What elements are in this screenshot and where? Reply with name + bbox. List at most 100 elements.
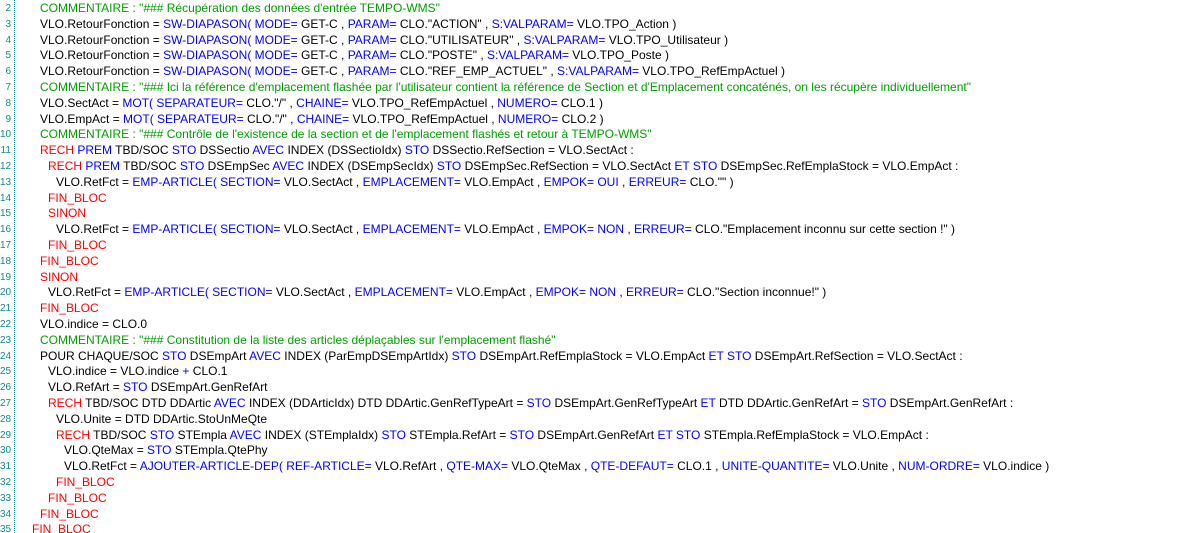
code-line[interactable]: FIN_BLOC (15, 491, 1180, 507)
code-token: SINON (40, 270, 78, 284)
code-token: STO (727, 349, 751, 363)
code-token: CHAINE= (297, 112, 349, 126)
code-line[interactable]: RECH TBD/SOC STO STEmpla AVEC INDEX (STE… (15, 428, 1180, 444)
code-line[interactable]: FIN_BLOC (15, 238, 1180, 254)
code-line[interactable]: FIN_BLOC (15, 191, 1180, 207)
code-line[interactable]: FIN_BLOC (15, 475, 1180, 491)
code-token: STO (123, 380, 147, 394)
line-number: 2 (0, 1, 14, 17)
code-token: REF-ARTICLE= (286, 459, 371, 473)
code-token: VLO.EmpAct , (461, 175, 544, 189)
code-line[interactable]: VLO.RetourFonction = SW-DIAPASON( MODE= … (15, 64, 1180, 80)
code-line[interactable]: FIN_BLOC (15, 254, 1180, 270)
code-token: COMMENTAIRE : "### Contrôle de l'existen… (40, 127, 652, 141)
code-token: EMPLACEMENT= (355, 285, 453, 299)
code-line[interactable]: SINON (15, 270, 1180, 286)
code-token: PREM (77, 143, 112, 157)
code-token: RECH (40, 143, 74, 157)
line-number: 20 (0, 285, 14, 301)
code-line[interactable]: RECH PREM TBD/SOC STO DSSectio AVEC INDE… (15, 143, 1180, 159)
code-token: DSEmpArt.GenRefArt (534, 428, 657, 442)
code-token: FIN_BLOC (32, 522, 91, 533)
line-number: 25 (0, 364, 14, 380)
code-token: VLO.RetFct = (48, 285, 124, 299)
code-token: ET (701, 396, 716, 410)
code-token: SECTION= (220, 222, 280, 236)
code-token: VLO.SectAct = (40, 96, 122, 110)
code-token: STO (381, 428, 405, 442)
line-number: 35 (0, 522, 14, 533)
code-line[interactable]: VLO.EmpAct = MOT( SEPARATEUR= CLO."/" , … (15, 112, 1180, 128)
code-token: VLO.RetourFonction = (40, 17, 163, 31)
code-token: MOT( (122, 96, 153, 110)
code-line[interactable]: POUR CHAQUE/SOC STO DSEmpArt AVEC INDEX … (15, 349, 1180, 365)
code-line[interactable]: VLO.SectAct = MOT( SEPARATEUR= CLO."/" ,… (15, 96, 1180, 112)
line-number: 21 (0, 301, 14, 317)
code-line[interactable]: COMMENTAIRE : "### Récupération des donn… (15, 1, 1180, 17)
line-number: 33 (0, 491, 14, 507)
code-token: EMP-ARTICLE( (132, 222, 216, 236)
code-token: VLO.Unite , (829, 459, 898, 473)
code-line[interactable]: VLO.RetFct = AJOUTER-ARTICLE-DEP( REF-AR… (15, 459, 1180, 475)
code-token: POUR CHAQUE/SOC (40, 349, 162, 363)
code-line[interactable]: VLO.RetFct = EMP-ARTICLE( SECTION= VLO.S… (15, 222, 1180, 238)
code-token: DSSectio (196, 143, 252, 157)
code-line[interactable]: FIN_BLOC (15, 507, 1180, 523)
code-line[interactable]: VLO.RetourFonction = SW-DIAPASON( MODE= … (15, 48, 1180, 64)
code-token: EMP-ARTICLE( (132, 175, 216, 189)
code-token: ET (657, 428, 672, 442)
code-token: NON (597, 222, 624, 236)
line-number: 5 (0, 48, 14, 64)
code-line[interactable]: COMMENTAIRE : "### Ici la référence d'em… (15, 80, 1180, 96)
code-token: VLO.RetFct = (56, 222, 132, 236)
code-line[interactable]: COMMENTAIRE : "### Contrôle de l'existen… (15, 127, 1180, 143)
code-token: S:VALPARAM= (492, 17, 574, 31)
code-token: MODE= (255, 17, 298, 31)
code-token: STO (405, 143, 429, 157)
code-line[interactable]: VLO.indice = VLO.indice + CLO.1 (15, 364, 1180, 380)
code-token: CLO.1 , (674, 459, 722, 473)
code-token: STEmpla (174, 428, 229, 442)
code-token: STEmpla.RefEmplaStock = VLO.EmpAct : (700, 428, 928, 442)
code-token: VLO.TPO_RefEmpActuel , (349, 112, 498, 126)
line-number: 6 (0, 64, 14, 80)
code-line[interactable]: VLO.Unite = DTD DDArtic.StoUnMeQte (15, 412, 1180, 428)
code-token: VLO.TPO_Action ) (574, 17, 677, 31)
code-token: S:VALPARAM= (487, 48, 569, 62)
code-line[interactable]: RECH PREM TBD/SOC STO DSEmpSec AVEC INDE… (15, 159, 1180, 175)
code-token: AVEC (214, 396, 246, 410)
code-token: SW-DIAPASON( (163, 17, 251, 31)
code-token: DSEmpArt.GenRefArt (147, 380, 267, 394)
code-token: INDEX (DDArticIdx) DTD DDArtic.GenRefTyp… (246, 396, 527, 410)
code-line[interactable]: VLO.RefArt = STO DSEmpArt.GenRefArt (15, 380, 1180, 396)
code-line[interactable]: COMMENTAIRE : "### Constitution de la li… (15, 333, 1180, 349)
code-token: SEPARATEUR= (157, 112, 244, 126)
code-line[interactable]: SINON (15, 206, 1180, 222)
code-token: STO (693, 159, 717, 173)
code-line[interactable]: FIN_BLOC (15, 301, 1180, 317)
code-token: VLO.TPO_Poste ) (569, 48, 669, 62)
code-line[interactable]: VLO.RetFct = EMP-ARTICLE( SECTION= VLO.S… (15, 285, 1180, 301)
line-number: 28 (0, 412, 14, 428)
code-token: VLO.EmpAct , (453, 285, 536, 299)
code-token: MODE= (255, 64, 298, 78)
code-token: INDEX (DSSectioIdx) (284, 143, 405, 157)
code-line[interactable]: VLO.RetourFonction = SW-DIAPASON( MODE= … (15, 17, 1180, 33)
code-token: , (619, 175, 629, 189)
code-token: STO (862, 396, 886, 410)
code-line[interactable]: RECH TBD/SOC DTD DDArtic AVEC INDEX (DDA… (15, 396, 1180, 412)
code-line[interactable]: VLO.RetFct = EMP-ARTICLE( SECTION= VLO.S… (15, 175, 1180, 191)
code-token: SW-DIAPASON( (163, 48, 251, 62)
code-line[interactable]: VLO.RetourFonction = SW-DIAPASON( MODE= … (15, 33, 1180, 49)
code-token: CLO.2 ) (558, 112, 603, 126)
code-token: EMP-ARTICLE( (124, 285, 208, 299)
code-token: NON (589, 285, 616, 299)
code-line[interactable]: VLO.QteMax = STO STEmpla.QtePhy (15, 443, 1180, 459)
code-line[interactable]: VLO.indice = CLO.0 (15, 317, 1180, 333)
code-editor[interactable]: 2345678910111213141516171819202122232425… (0, 0, 1180, 533)
code-line[interactable]: FIN_BLOC (15, 522, 1180, 533)
code-token: AVEC (272, 159, 304, 173)
code-area[interactable]: COMMENTAIRE : "### Récupération des donn… (15, 0, 1180, 533)
code-token: CLO."Emplacement inconnu sur cette secti… (692, 222, 955, 236)
code-token: VLO.Unite = DTD DDArtic.StoUnMeQte (56, 412, 267, 426)
